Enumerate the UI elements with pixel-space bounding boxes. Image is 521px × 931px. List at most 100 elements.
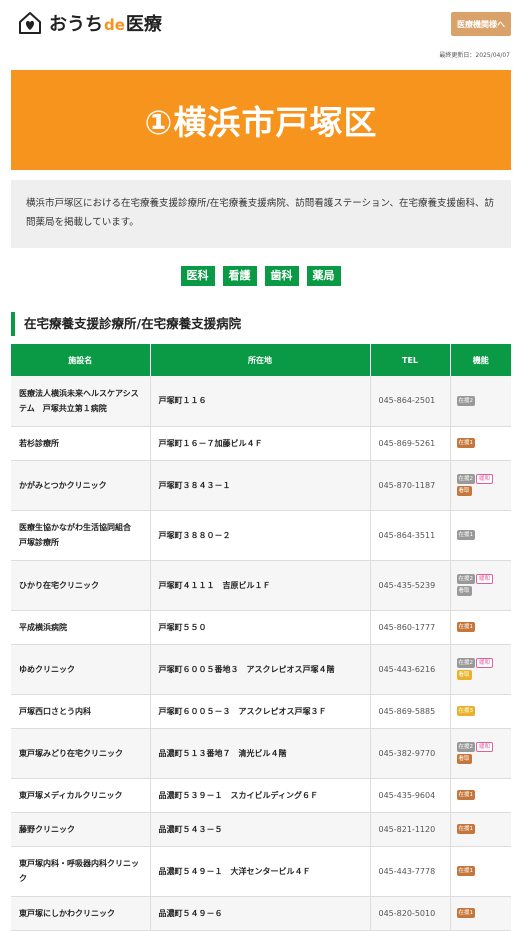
hero-banner: ①横浜市戸塚区 — [11, 70, 511, 170]
facility-name: 戸塚西口さとう内科 — [11, 694, 150, 729]
table-row: 東戸塚みどり在宅クリニック 品濃町５１３番地７ 清光ビル４階 045-382-977… — [11, 728, 511, 779]
facility-functions: 在援1 — [449, 778, 511, 813]
function-badge: 在援2 — [456, 574, 475, 584]
facility-tel[interactable]: 045-860-1777 — [369, 610, 450, 645]
filter-nursing[interactable]: 看護 — [222, 266, 257, 286]
table-row: 戸塚西口さとう内科 戸塚町６００５－３ アスクレピオス戸塚３Ｆ 045-869-58… — [11, 694, 511, 729]
facility-address: 品濃町５３９－１ スカイビルディング６Ｆ — [149, 778, 370, 813]
facility-table: 施設名 所在地 TEL 機能 医療法人横浜未来ヘルスケアシステム 戸塚共立第１病… — [11, 344, 511, 931]
facility-address: 品濃町５４９－１ 大洋センタービル４Ｆ — [149, 846, 370, 897]
facility-name: 藤野クリニック — [11, 812, 150, 847]
function-badge: 在援1 — [456, 908, 475, 918]
function-badge: 在援2 — [456, 742, 475, 752]
facility-name: 若杉診療所 — [11, 426, 150, 461]
table-row: 医療生協かながわ生活協同組合 戸塚診療所 戸塚町３８８０－２ 045-864-351… — [11, 510, 511, 561]
facility-functions: 在援1 — [449, 846, 511, 897]
for-medical-institutions-button[interactable]: 医療機関様へ — [451, 12, 511, 36]
facility-name: 東戸塚みどり在宅クリニック — [11, 728, 150, 779]
col-header-function: 機能 — [449, 344, 511, 376]
facility-address: 戸塚町６００５番地３ アスクレピオス戸塚４階 — [149, 644, 370, 695]
facility-tel[interactable]: 045-443-7778 — [369, 846, 450, 897]
function-badge: 在援2 — [456, 474, 475, 484]
facility-tel[interactable]: 045-864-2501 — [369, 376, 450, 427]
facility-address: 品濃町５４９－６ — [149, 896, 370, 931]
facility-name: かがみとつかクリニック — [11, 460, 150, 511]
facility-address: 戸塚町１１６ — [149, 376, 370, 427]
facility-tel[interactable]: 045-382-9770 — [369, 728, 450, 779]
filter-pharmacy[interactable]: 薬局 — [306, 266, 341, 286]
filter-medical[interactable]: 医科 — [180, 266, 215, 286]
table-row: 東戸塚にしかわクリニック 品濃町５４９－６ 045-820-5010 在援1 — [11, 896, 511, 931]
table-row: 東戸塚メディカルクリニック 品濃町５３９－１ スカイビルディング６Ｆ 045-435… — [11, 778, 511, 813]
function-badge: 在援1 — [456, 530, 475, 540]
facility-address: 戸塚町３８８０－２ — [149, 510, 370, 561]
facility-name: 医療法人横浜未来ヘルスケアシステム 戸塚共立第１病院 — [11, 376, 150, 427]
facility-address: 戸塚町４１１１ 吉原ビル１Ｆ — [149, 560, 370, 611]
facility-name: ひかり在宅クリニック — [11, 560, 150, 611]
table-row: ゆめクリニック 戸塚町６００５番地３ アスクレピオス戸塚４階 045-443-621… — [11, 644, 511, 695]
facility-name: 東戸塚内科・呼吸器内科クリニック — [11, 846, 150, 897]
page-title: ①横浜市戸塚区 — [144, 103, 378, 142]
facility-functions: 在援2 緩和看取 — [449, 560, 511, 611]
facility-name: 東戸塚にしかわクリニック — [11, 896, 150, 931]
facility-address: 戸塚町６００５－３ アスクレピオス戸塚３Ｆ — [149, 694, 370, 729]
filter-dental[interactable]: 歯科 — [264, 266, 299, 286]
table-row: 若杉診療所 戸塚町１６－７加藤ビル４Ｆ 045-869-5261 在援1 — [11, 426, 511, 461]
facility-address: 戸塚町３８４３－１ — [149, 460, 370, 511]
last-updated: 最終更新日：2025/04/07 — [439, 52, 510, 59]
function-badge: 緩和 — [476, 658, 494, 668]
facility-name: 東戸塚メディカルクリニック — [11, 778, 150, 813]
facility-functions: 在援3 — [449, 694, 511, 729]
facility-functions: 在援1 — [449, 896, 511, 931]
facility-tel[interactable]: 045-869-5261 — [369, 426, 450, 461]
table-row: 東戸塚内科・呼吸器内科クリニック 品濃町５４９－１ 大洋センタービル４Ｆ 045-4… — [11, 846, 511, 897]
facility-name: ゆめクリニック — [11, 644, 150, 695]
function-badge: 在援2 — [456, 395, 475, 406]
function-badge: 看取 — [456, 670, 472, 680]
function-badge: 緩和 — [476, 574, 494, 584]
function-badge: 緩和 — [476, 742, 494, 752]
facility-functions: 在援2 — [449, 376, 511, 427]
facility-functions: 在援2 緩和看取 — [449, 460, 511, 511]
facility-tel[interactable]: 045-869-5885 — [369, 694, 450, 729]
section-heading: 在宅療養支援診療所/在宅療養支援病院 — [11, 312, 511, 336]
facility-functions: 在援1 — [449, 426, 511, 461]
facility-tel[interactable]: 045-864-3511 — [369, 510, 450, 561]
function-badge: 在援1 — [456, 622, 475, 632]
facility-functions: 在援1 — [449, 610, 511, 645]
table-row: 医療法人横浜未来ヘルスケアシステム 戸塚共立第１病院 戸塚町１１６ 045-864-… — [11, 376, 511, 427]
function-badge: 在援3 — [456, 706, 475, 716]
facility-tel[interactable]: 045-443-6216 — [369, 644, 450, 695]
facility-address: 戸塚町１６－７加藤ビル４Ｆ — [149, 426, 370, 461]
facility-tel[interactable]: 045-435-9604 — [369, 778, 450, 813]
site-logo[interactable]: おうちde医療 — [17, 10, 162, 36]
facility-address: 戸塚町５５０ — [149, 610, 370, 645]
house-heart-icon — [19, 12, 41, 34]
function-badge: 在援1 — [456, 866, 475, 876]
facility-tel[interactable]: 045-435-5239 — [369, 560, 450, 611]
function-badge: 在援1 — [456, 438, 475, 448]
site-header: おうちde医療 医療機関様へ — [0, 0, 521, 48]
table-row: かがみとつかクリニック 戸塚町３８４３－１ 045-870-1187 在援2 緩和看取 — [11, 460, 511, 511]
function-badge: 看取 — [456, 486, 472, 496]
facility-tel[interactable]: 045-870-1187 — [369, 460, 450, 511]
col-header-tel: TEL — [369, 344, 450, 376]
facility-tel[interactable]: 045-821-1120 — [369, 812, 450, 847]
col-header-name: 施設名 — [11, 344, 150, 376]
facility-functions: 在援1 — [449, 812, 511, 847]
function-badge: 緩和 — [476, 474, 494, 484]
facility-address: 品濃町５４３－５ — [149, 812, 370, 847]
col-header-address: 所在地 — [149, 344, 370, 376]
facility-tel[interactable]: 045-820-5010 — [369, 896, 450, 931]
table-row: 平成横浜病院 戸塚町５５０ 045-860-1777 在援1 — [11, 610, 511, 645]
function-badge: 在援1 — [456, 824, 475, 834]
logo-wordmark: おうちde医療 — [49, 14, 162, 35]
facility-functions: 在援2 緩和看取 — [449, 644, 511, 695]
facility-functions: 在援2 緩和看取 — [449, 728, 511, 779]
function-badge: 看取 — [456, 586, 472, 596]
facility-address: 品濃町５１３番地７ 清光ビル４階 — [149, 728, 370, 779]
function-badge: 在援2 — [456, 658, 475, 668]
category-filters: 医科 看護 歯科 薬局 — [0, 266, 521, 286]
table-row: ひかり在宅クリニック 戸塚町４１１１ 吉原ビル１Ｆ 045-435-5239 在援2 緩… — [11, 560, 511, 611]
intro-text: 横浜市戸塚区における在宅療養支援診療所/在宅療養支援病院、訪問看護ステーション、… — [11, 180, 511, 248]
